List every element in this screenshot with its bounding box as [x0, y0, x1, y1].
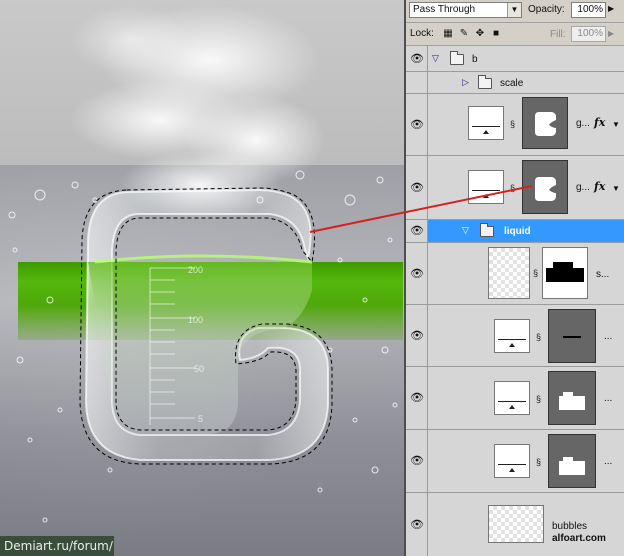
layer-mask-thumbnail[interactable] — [522, 160, 568, 214]
scale-mark-200: 200 — [188, 265, 204, 275]
forum-watermark: Demiart.ru/forum/ — [0, 536, 114, 556]
layer-row-bubbles[interactable]: 👁 bubbles alfoart.com — [406, 493, 624, 556]
layer-row-level-1[interactable]: 👁 § ... — [406, 305, 624, 367]
layer-thumbnail — [468, 170, 504, 204]
link-chain-icon[interactable]: § — [510, 118, 517, 130]
layer-row-level-3[interactable]: 👁 § ... — [406, 430, 624, 493]
eye-icon: 👁 — [410, 118, 424, 131]
eye-icon: 👁 — [410, 52, 424, 65]
layer-row-glass-1[interactable]: 👁 § g... fx ▼ — [406, 94, 624, 156]
eye-icon: 👁 — [410, 455, 424, 467]
document-canvas[interactable]: 200 100 50 5 Demiart.ru/forum/ — [0, 0, 404, 556]
lock-row: Lock: ▦ ✎ ✥ ■ Fill: 100% ▶ — [406, 23, 624, 46]
fill-label: Fill: — [550, 29, 566, 40]
layer-thumbnail — [494, 319, 530, 353]
opacity-field[interactable]: 100% — [571, 2, 606, 18]
layer-mask-thumbnail[interactable] — [548, 434, 596, 488]
fill-field[interactable]: 100% — [571, 26, 606, 42]
eye-icon: 👁 — [410, 518, 424, 531]
layer-mask-thumbnail[interactable] — [522, 97, 568, 149]
layer-row-glass-2[interactable]: 👁 § g... fx ▼ — [406, 156, 624, 220]
layers-panel: Pass Through ▼ Opacity: 100% ▶ Lock: ▦ ✎… — [406, 0, 624, 556]
steam-smoke — [70, 5, 325, 220]
scale-mark-5: 5 — [198, 414, 204, 424]
lock-label: Lock: — [410, 28, 434, 39]
scale-mark-100: 100 — [188, 315, 204, 325]
visibility-toggle[interactable]: 👁 — [406, 243, 428, 304]
lock-position-icon[interactable]: ✥ — [474, 28, 486, 40]
fx-icon[interactable]: fx — [594, 180, 605, 193]
visibility-toggle[interactable]: 👁 — [406, 367, 428, 429]
visibility-toggle[interactable]: 👁 — [406, 156, 428, 219]
visibility-toggle[interactable]: 👁 — [406, 430, 428, 492]
site-credit: alfoart.com — [552, 533, 606, 544]
visibility-toggle[interactable]: 👁 — [406, 305, 428, 366]
layer-name: s... — [596, 269, 610, 280]
beaker-shape — [84, 188, 329, 461]
eye-icon: 👁 — [410, 267, 424, 280]
layer-thumbnail — [488, 247, 530, 299]
layer-name: liquid — [504, 226, 531, 237]
eye-icon: 👁 — [410, 329, 424, 342]
visibility-toggle[interactable]: 👁 — [406, 46, 428, 71]
layer-row-scale[interactable]: ▷ scale — [406, 72, 624, 94]
layer-thumbnail — [494, 381, 530, 415]
layer-mask-thumbnail[interactable] — [548, 309, 596, 363]
layer-name: bubbles — [552, 521, 588, 532]
link-chain-icon[interactable]: § — [536, 393, 543, 405]
link-chain-icon[interactable]: § — [536, 331, 543, 343]
chevron-down-icon[interactable]: ▼ — [507, 3, 521, 17]
folder-icon — [450, 51, 464, 65]
link-chain-icon[interactable]: § — [533, 267, 540, 279]
chevron-down-icon[interactable]: ▼ — [612, 120, 620, 129]
folder-icon — [480, 223, 494, 237]
layer-name: b — [472, 54, 478, 65]
chevron-down-icon[interactable]: ▼ — [612, 184, 620, 193]
visibility-toggle[interactable]: 👁 — [406, 220, 428, 242]
fx-icon[interactable]: fx — [594, 116, 605, 129]
fill-arrow-icon[interactable]: ▶ — [608, 29, 614, 38]
layer-name: ... — [604, 331, 613, 342]
layer-name: scale — [500, 78, 524, 89]
layer-row-level-2[interactable]: 👁 § ... — [406, 367, 624, 430]
layer-thumbnail — [494, 444, 530, 478]
layer-name: g... — [576, 182, 590, 193]
layer-name: ... — [604, 456, 613, 467]
beaker-artwork — [8, 5, 398, 523]
lock-image-icon[interactable]: ✎ — [458, 28, 470, 40]
eye-icon: 👁 — [410, 225, 424, 237]
lock-transparency-icon[interactable]: ▦ — [442, 28, 454, 40]
link-chain-icon[interactable]: § — [510, 182, 517, 194]
blend-row: Pass Through ▼ Opacity: 100% ▶ — [406, 0, 624, 23]
layer-name: ... — [604, 393, 613, 404]
visibility-toggle[interactable] — [406, 72, 428, 93]
collapsed-triangle-icon[interactable]: ▷ — [462, 77, 469, 88]
opacity-label: Opacity: — [528, 4, 565, 15]
layer-row-liquid[interactable]: 👁 ▽ liquid — [406, 220, 624, 243]
folder-icon — [478, 75, 492, 89]
lock-all-icon[interactable]: ■ — [490, 28, 502, 40]
layer-row-b[interactable]: 👁 ▽ b — [406, 46, 624, 72]
visibility-toggle[interactable]: 👁 — [406, 493, 428, 556]
layer-row-s[interactable]: 👁 § s... — [406, 243, 624, 305]
blend-mode-value: Pass Through — [413, 4, 476, 15]
eye-icon: 👁 — [410, 181, 424, 194]
layer-thumbnail — [488, 505, 544, 543]
expand-triangle-icon[interactable]: ▽ — [462, 225, 469, 236]
expand-triangle-icon[interactable]: ▽ — [432, 53, 439, 64]
layer-thumbnail — [468, 106, 504, 140]
visibility-toggle[interactable]: 👁 — [406, 94, 428, 155]
link-chain-icon[interactable]: § — [536, 456, 543, 468]
blend-mode-select[interactable]: Pass Through ▼ — [409, 2, 522, 18]
layer-mask-thumbnail[interactable] — [548, 371, 596, 425]
opacity-arrow-icon[interactable]: ▶ — [608, 4, 614, 13]
scale-mark-50: 50 — [194, 364, 205, 374]
layer-mask-thumbnail[interactable] — [542, 247, 588, 299]
layer-name: g... — [576, 118, 590, 129]
eye-icon: 👁 — [410, 392, 424, 404]
